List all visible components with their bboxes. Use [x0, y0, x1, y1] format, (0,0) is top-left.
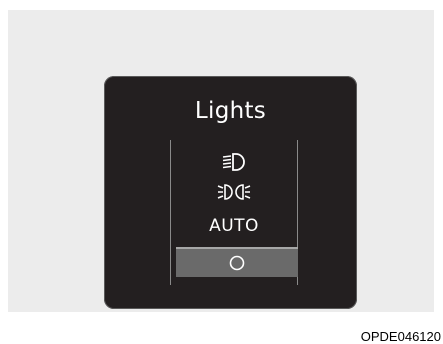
figure-caption: OPDE046120	[360, 329, 441, 344]
option-off-selected[interactable]	[176, 247, 298, 277]
lights-display-panel: Lights AUTO	[104, 76, 357, 309]
option-low-beam[interactable]	[171, 150, 297, 174]
lights-title: Lights	[194, 98, 267, 124]
position-lamp-icon	[217, 182, 251, 202]
option-auto[interactable]: AUTO	[171, 213, 297, 239]
figure-background: Lights AUTO	[8, 10, 434, 312]
off-circle-icon	[228, 254, 246, 272]
option-position-lamp[interactable]	[171, 180, 297, 204]
low-beam-headlamp-icon	[220, 152, 248, 172]
